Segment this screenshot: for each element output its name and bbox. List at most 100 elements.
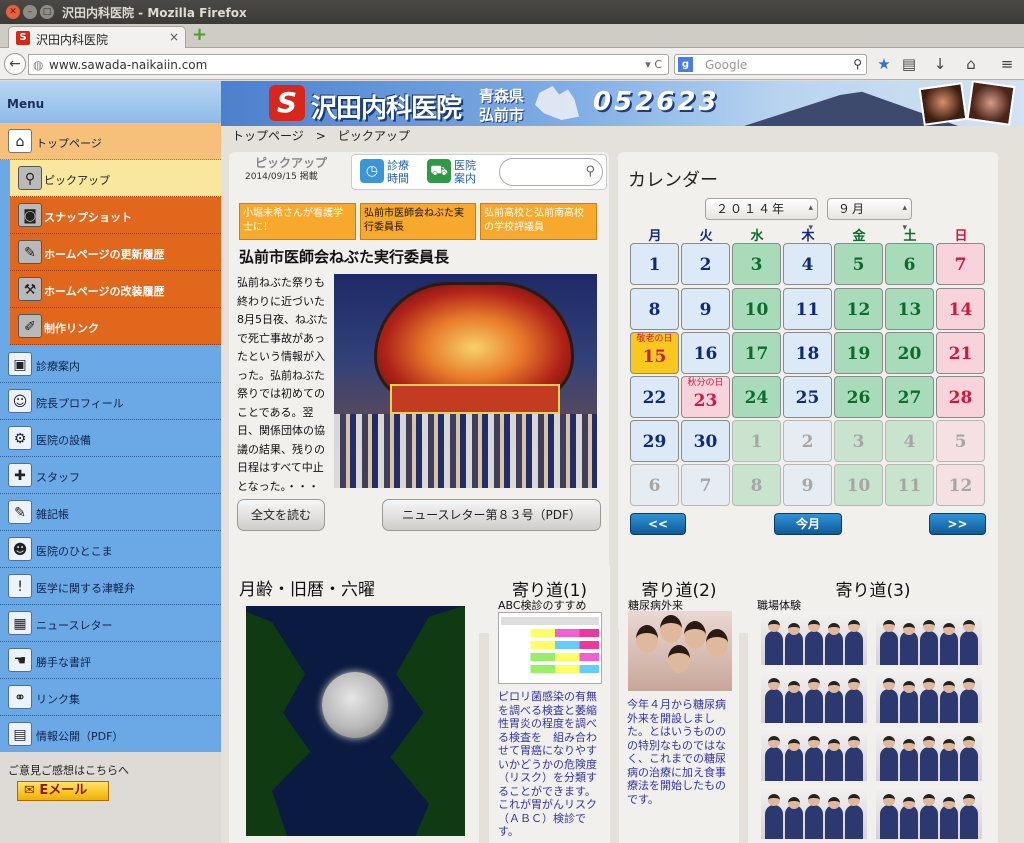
work-experience-photo[interactable] xyxy=(876,728,982,781)
sidebar-item-director-profile[interactable]: ☺ 院長プロフィール xyxy=(0,383,221,420)
sidebar-item-renovation-history[interactable]: ⚒ ホームページの改装履歴 xyxy=(10,271,221,308)
calendar-day[interactable]: 18 xyxy=(783,332,832,374)
work-experience-photo[interactable] xyxy=(761,728,867,781)
news-item-school-council[interactable]: 弘前高校と弘前南高校の学校評議員 xyxy=(480,203,597,240)
calendar-day[interactable]: 24 xyxy=(732,376,781,418)
work-experience-photo[interactable] xyxy=(876,786,982,839)
prev-month-button[interactable]: << xyxy=(630,513,686,535)
clock-icon[interactable]: ◷ xyxy=(360,159,384,183)
calendar-day[interactable]: 6 xyxy=(885,243,934,285)
hours-link[interactable]: 診療 時間 xyxy=(387,159,409,185)
email-button[interactable]: ✉ Eメール xyxy=(17,781,109,801)
bookmark-star-icon[interactable]: ★ xyxy=(875,55,893,73)
car-icon[interactable]: ⛟ xyxy=(427,159,451,183)
calendar-day[interactable]: 27 xyxy=(885,376,934,418)
calendar-day[interactable]: 2 xyxy=(681,243,730,285)
sidebar-item-staff[interactable]: ✚ スタッフ xyxy=(0,457,221,494)
calendar-day[interactable]: 1 xyxy=(630,243,679,285)
back-button[interactable]: ← xyxy=(4,53,26,75)
clinic-guide-link[interactable]: 医院 案内 xyxy=(454,159,476,185)
sidebar-item-pickup[interactable]: ⚲ ピックアップ xyxy=(10,160,221,197)
sidebar-item-book-review[interactable]: ☚ 勝手な書評 xyxy=(0,642,221,679)
calendar-day[interactable]: 13 xyxy=(885,288,934,330)
calendar-day-other-month[interactable]: 12 xyxy=(936,464,985,506)
calendar-day-other-month[interactable]: 6 xyxy=(630,464,679,506)
clinic-name[interactable]: 沢田内科医院 xyxy=(311,88,462,125)
calendar-day-other-month[interactable]: 10 xyxy=(834,464,883,506)
news-item-nursing[interactable]: 小堀未希さんが看護学士に！ xyxy=(239,203,356,240)
work-experience-photo[interactable] xyxy=(761,612,867,665)
tab-close-icon[interactable]: × xyxy=(169,30,179,44)
news-item-nebuta[interactable]: 弘前市医師会ねぶた実行委員長 xyxy=(360,203,476,240)
sidebar-item-tsugaru-dialect[interactable]: ! 医学に関する津軽弁 xyxy=(0,568,221,605)
calendar-day[interactable]: 3 xyxy=(732,243,781,285)
current-month-button[interactable]: 今月 xyxy=(774,513,842,535)
sidebar-item-notebook[interactable]: ✎ 雑記帳 xyxy=(0,494,221,531)
browser-tab[interactable]: S 沢田内科医院 × xyxy=(8,26,186,48)
calendar-day-other-month[interactable]: 3 xyxy=(834,420,883,462)
calendar-day[interactable]: 21 xyxy=(936,332,985,374)
sidebar-item-update-history[interactable]: ✎ ホームページの更新履歴 xyxy=(10,234,221,271)
abc-table-image[interactable] xyxy=(498,612,602,684)
search-icon[interactable]: ⚲ xyxy=(585,164,595,179)
calendar-day[interactable]: 28 xyxy=(936,376,985,418)
calendar-day[interactable]: 15 敬老の日 xyxy=(630,332,679,374)
clinic-logo-icon[interactable]: S xyxy=(269,85,305,121)
sidebar-item-facilities[interactable]: ⚙ 医院の設備 xyxy=(0,420,221,457)
calendar-day[interactable]: 16 xyxy=(681,332,730,374)
calendar-day[interactable]: 14 xyxy=(936,288,985,330)
calendar-day[interactable]: 19 xyxy=(834,332,883,374)
new-tab-button[interactable]: + xyxy=(192,26,208,44)
calendar-day[interactable]: 5 xyxy=(834,243,883,285)
search-icon[interactable]: ⚲ xyxy=(853,57,862,71)
newsletter-pdf-button[interactable]: ニュースレター第８３号（PDF） xyxy=(382,499,601,531)
work-experience-photo[interactable] xyxy=(761,786,867,839)
calendar-day-other-month[interactable]: 9 xyxy=(783,464,832,506)
calendar-day-other-month[interactable]: 7 xyxy=(681,464,730,506)
calendar-day[interactable]: 8 xyxy=(630,288,679,330)
download-icon[interactable]: ↓ xyxy=(931,55,949,73)
site-search-input[interactable]: ⚲ xyxy=(499,158,603,186)
window-maximize-button[interactable]: □ xyxy=(40,5,54,19)
calendar-day-other-month[interactable]: 1 xyxy=(732,420,781,462)
calendar-day[interactable]: 4 xyxy=(783,243,832,285)
sidebar-item-snapshot[interactable]: ◙ スナップショット xyxy=(10,197,221,234)
calendar-day[interactable]: 12 xyxy=(834,288,883,330)
work-experience-photo[interactable] xyxy=(876,670,982,723)
calendar-day[interactable]: 20 xyxy=(885,332,934,374)
search-box[interactable]: g Google ⚲ xyxy=(674,54,867,75)
calendar-day[interactable]: 11 xyxy=(783,288,832,330)
sidebar-item-medical-guide[interactable]: ▣ 診療案内 xyxy=(0,346,221,383)
work-experience-photo[interactable] xyxy=(761,670,867,723)
breadcrumb[interactable]: トップページ > ピックアップ xyxy=(232,127,410,144)
sidebar-item-disclosure[interactable]: ▤ 情報公開（PDF） xyxy=(0,716,221,753)
diabetes-staff-photo[interactable] xyxy=(628,611,732,691)
sidebar-item-production-link[interactable]: ✐ 制作リンク xyxy=(10,308,221,345)
url-bar[interactable]: ◍ www.sawada-naikaiin.com ▾ C xyxy=(28,54,669,75)
calendar-day[interactable]: 30 xyxy=(681,420,730,462)
year-select[interactable]: ２０１４年 ▴ ▾ xyxy=(705,198,818,233)
work-experience-photo[interactable] xyxy=(876,612,982,665)
home-icon[interactable]: ⌂ xyxy=(962,55,980,73)
sidebar-item-clinic-scenes[interactable]: ☻ 医院のひとこま xyxy=(0,531,221,568)
reload-icon[interactable]: ▾ C xyxy=(645,58,662,71)
window-close-button[interactable]: ✕ xyxy=(6,5,20,19)
calendar-day-other-month[interactable]: 8 xyxy=(732,464,781,506)
sidebar-item-newsletter[interactable]: ▦ ニュースレター xyxy=(0,605,221,642)
next-month-button[interactable]: >> xyxy=(929,513,986,535)
calendar-day-other-month[interactable]: 5 xyxy=(936,420,985,462)
read-more-button[interactable]: 全文を読む xyxy=(237,499,325,531)
bookmarks-list-icon[interactable]: ▤ xyxy=(900,55,918,73)
calendar-day[interactable]: 7 xyxy=(936,243,985,285)
calendar-day-other-month[interactable]: 11 xyxy=(885,464,934,506)
calendar-day[interactable]: 9 xyxy=(681,288,730,330)
window-minimize-button[interactable]: – xyxy=(23,5,37,19)
sidebar-item-links[interactable]: ⚭ リンク集 xyxy=(0,679,221,716)
menu-icon[interactable]: ≡ xyxy=(998,55,1016,73)
calendar-day[interactable]: 25 xyxy=(783,376,832,418)
calendar-day-other-month[interactable]: 4 xyxy=(885,420,934,462)
calendar-day[interactable]: 26 xyxy=(834,376,883,418)
calendar-day[interactable]: 23 秋分の日 xyxy=(681,376,730,418)
month-select[interactable]: ９月 ▴ ▾ xyxy=(827,198,912,233)
calendar-day[interactable]: 17 xyxy=(732,332,781,374)
